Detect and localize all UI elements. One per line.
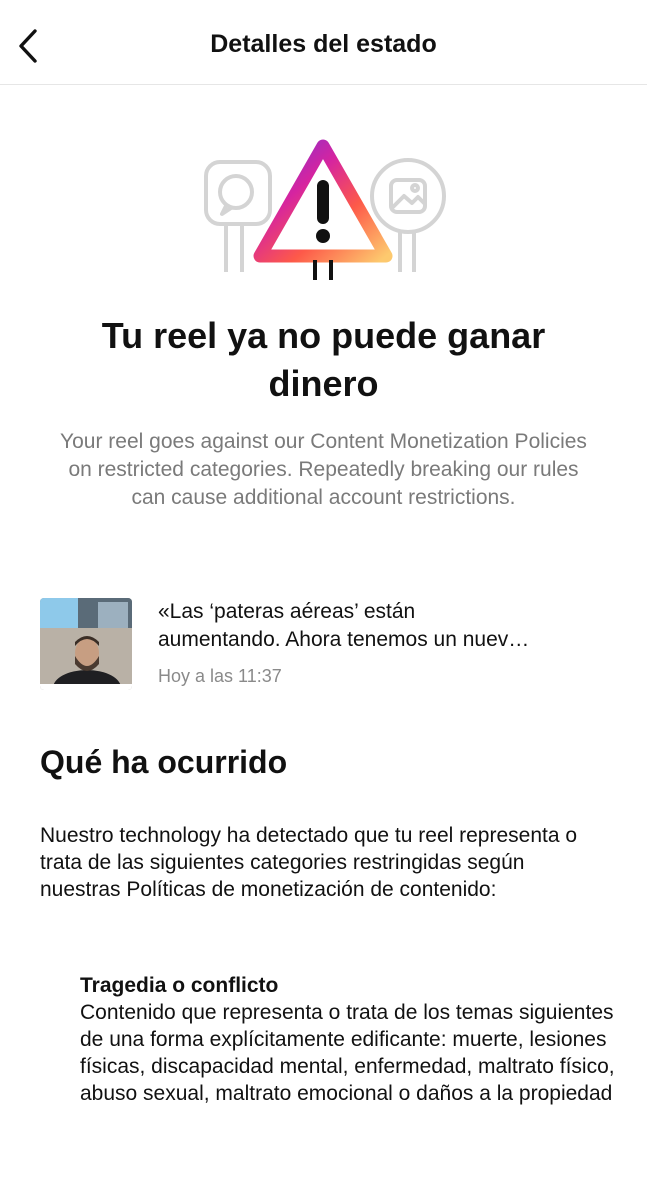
reel-preview[interactable]: «Las ‘pateras aéreas’ están aumentando. … (40, 598, 610, 690)
status-headline: Tu reel ya no puede ganar dinero (40, 312, 607, 408)
what-happened-title: Qué ha ocurrido (40, 744, 288, 780)
what-happened-body: Nuestro technology ha detectado que tu r… (40, 824, 578, 901)
reel-caption: «Las ‘pateras aéreas’ están aumentando. … (158, 598, 598, 654)
status-description: Your reel goes against our Content Monet… (60, 430, 587, 509)
headline-line-1: Tu reel ya no puede ganar (101, 315, 546, 356)
reel-thumbnail[interactable] (40, 598, 132, 690)
page-title: Detalles del estado (210, 30, 437, 58)
top-bar: Detalles del estado (0, 0, 647, 85)
category-title: Tragedia o conflicto (80, 974, 279, 997)
restricted-category: Tragedia o conflicto Contenido que repre… (80, 972, 620, 1107)
headline-line-2: dinero (268, 363, 379, 404)
category-description: Contenido que representa o trata de los … (80, 1001, 615, 1105)
reel-caption-line-2: aumentando. Ahora tenemos un nuev… (158, 628, 530, 651)
status-illustration (198, 132, 448, 282)
reel-timestamp: Hoy a las 11:37 (158, 666, 282, 686)
warning-triangle-icon (253, 139, 393, 280)
reel-caption-line-1: «Las ‘pateras aéreas’ están (158, 600, 416, 623)
